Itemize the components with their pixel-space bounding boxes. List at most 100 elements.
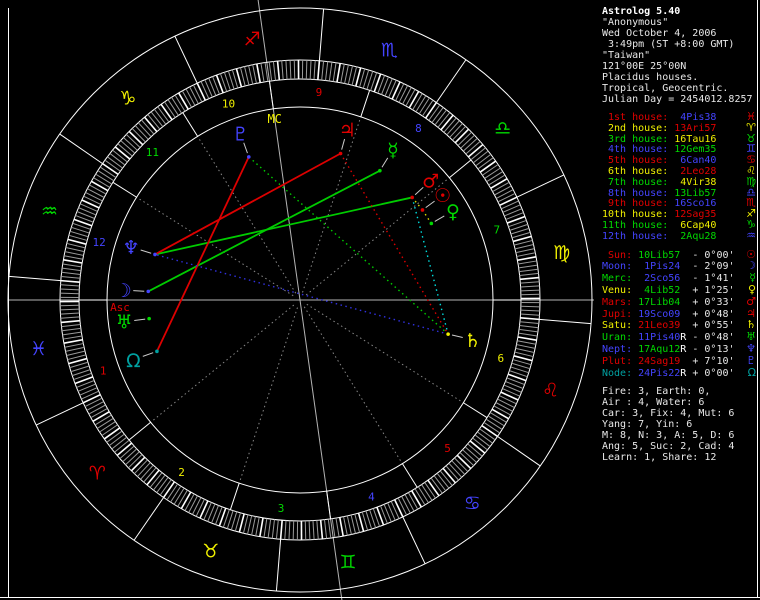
degree-tick bbox=[514, 351, 534, 358]
degree-tick bbox=[462, 137, 478, 152]
degree-tick bbox=[464, 446, 480, 460]
degree-tick bbox=[340, 64, 345, 83]
degree-tick bbox=[312, 520, 315, 540]
degree-tick bbox=[328, 62, 333, 82]
degree-tick bbox=[338, 517, 344, 537]
house-number: 5 bbox=[444, 442, 451, 455]
degree-tick bbox=[324, 519, 328, 539]
planet-position-value: 21Leo39 bbox=[638, 320, 681, 332]
degree-tick bbox=[434, 109, 447, 126]
house-label: 6th house: bbox=[602, 165, 669, 177]
stat-line: Learn: 1, Share: 12 bbox=[602, 452, 717, 464]
degree-tick bbox=[101, 424, 118, 436]
degree-tick bbox=[391, 81, 401, 100]
degree-tick bbox=[84, 397, 103, 408]
degree-tick bbox=[516, 252, 536, 257]
degree-tick bbox=[404, 494, 415, 512]
degree-tick bbox=[103, 427, 121, 440]
house-cusp-value: 13Ari57 bbox=[674, 122, 717, 134]
planet-motion-value: + 0°33' bbox=[692, 296, 735, 308]
degree-tick bbox=[61, 324, 81, 328]
planet-label: Nept: bbox=[602, 343, 633, 355]
planet-icon: ☿ bbox=[749, 271, 756, 285]
house-label: 10th house: bbox=[602, 209, 669, 221]
degree-tick bbox=[123, 137, 138, 151]
house-cusp-value: 16Tau16 bbox=[674, 133, 717, 145]
degree-tick bbox=[260, 63, 265, 83]
degree-tick bbox=[64, 251, 84, 256]
degree-tick bbox=[421, 484, 433, 501]
house-cusp-spoke bbox=[448, 159, 472, 179]
degree-tick bbox=[106, 430, 123, 443]
degree-tick bbox=[520, 313, 540, 316]
degree-tick bbox=[79, 203, 98, 212]
degree-tick bbox=[520, 289, 540, 292]
house-row: 5th house: 6Can40 ♋ bbox=[602, 153, 756, 167]
house-row: 6th house: 2Leo28 ♌ bbox=[602, 165, 756, 177]
house-cusp-value: 2Leo28 bbox=[674, 165, 717, 177]
planet-glyph-mercury: ☿ bbox=[387, 139, 399, 161]
planet-icon: Ω bbox=[747, 365, 756, 379]
chart-info-panel: Astrolog 5.40 "Anonymous" Wed October 4, 2… bbox=[602, 6, 756, 463]
midheaven-label: MC bbox=[267, 112, 281, 126]
degree-tick bbox=[77, 383, 96, 392]
degree-tick bbox=[65, 247, 85, 253]
degree-tick bbox=[107, 156, 123, 169]
aspect-line-sextile bbox=[411, 197, 449, 335]
degree-tick bbox=[104, 159, 121, 172]
aspect-line-opposition bbox=[154, 253, 449, 335]
degree-tick bbox=[143, 116, 158, 133]
degree-tick bbox=[85, 191, 103, 202]
house-number: 9 bbox=[316, 86, 323, 99]
planet-icon: ♆ bbox=[746, 341, 756, 355]
degree-tick bbox=[484, 167, 501, 179]
planet-position-dot bbox=[247, 155, 251, 159]
zodiac-sign-icon: ♓ bbox=[746, 110, 756, 123]
degree-tick bbox=[397, 497, 408, 516]
planet-icon: ♇ bbox=[746, 353, 756, 367]
degree-tick bbox=[207, 503, 216, 522]
house-cusp-spoke bbox=[326, 491, 332, 519]
degree-tick bbox=[159, 479, 172, 496]
degree-tick bbox=[263, 518, 268, 538]
degree-tick bbox=[344, 64, 349, 84]
house-cusp-spoke bbox=[360, 90, 371, 117]
degree-tick bbox=[418, 97, 430, 115]
degree-tick bbox=[88, 404, 106, 415]
planet-icon: ☉ bbox=[746, 247, 756, 261]
planet-glyph-saturn: ♄ bbox=[464, 330, 481, 352]
degree-tick bbox=[166, 483, 179, 501]
planet-icon: ♅ bbox=[746, 330, 756, 344]
degree-tick bbox=[519, 268, 539, 273]
degree-tick bbox=[171, 97, 183, 114]
degree-tick bbox=[130, 456, 146, 472]
degree-tick bbox=[514, 244, 534, 250]
house-label: 1st house: bbox=[602, 112, 669, 123]
degree-tick bbox=[475, 153, 492, 167]
degree-tick bbox=[519, 272, 539, 276]
planet-glyph-uranus: ♅ bbox=[116, 312, 133, 334]
house-cusp-table: 1st house: 4Pis38 ♓ 2nd house: 13Ari57 ♈ 3… bbox=[602, 110, 756, 242]
degree-tick bbox=[160, 103, 173, 121]
degree-tick bbox=[316, 520, 319, 540]
degree-tick bbox=[486, 171, 503, 183]
house-cusp-spoke bbox=[463, 402, 488, 419]
degree-tick bbox=[313, 60, 316, 80]
degree-tick bbox=[501, 200, 519, 210]
house-cusp-value: 4Pis38 bbox=[674, 112, 717, 123]
zodiac-sign-icon: ♋ bbox=[746, 153, 756, 167]
degree-tick bbox=[472, 150, 489, 164]
degree-tick bbox=[482, 164, 499, 176]
planet-icon: ♀ bbox=[747, 282, 756, 296]
degree-tick bbox=[493, 405, 511, 416]
degree-tick bbox=[405, 89, 416, 107]
degree-tick bbox=[517, 260, 537, 265]
degree-tick bbox=[515, 347, 535, 353]
degree-tick bbox=[499, 196, 518, 207]
zodiac-sign-glyph-scorpio: ♏ bbox=[381, 39, 398, 61]
zodiac-sign-glyph-aquarius: ♒ bbox=[41, 201, 58, 223]
degree-tick bbox=[164, 101, 176, 118]
house-cusp-value: 12Gem35 bbox=[674, 144, 717, 156]
degree-tick bbox=[255, 517, 260, 536]
planet-position-dot bbox=[410, 195, 414, 200]
